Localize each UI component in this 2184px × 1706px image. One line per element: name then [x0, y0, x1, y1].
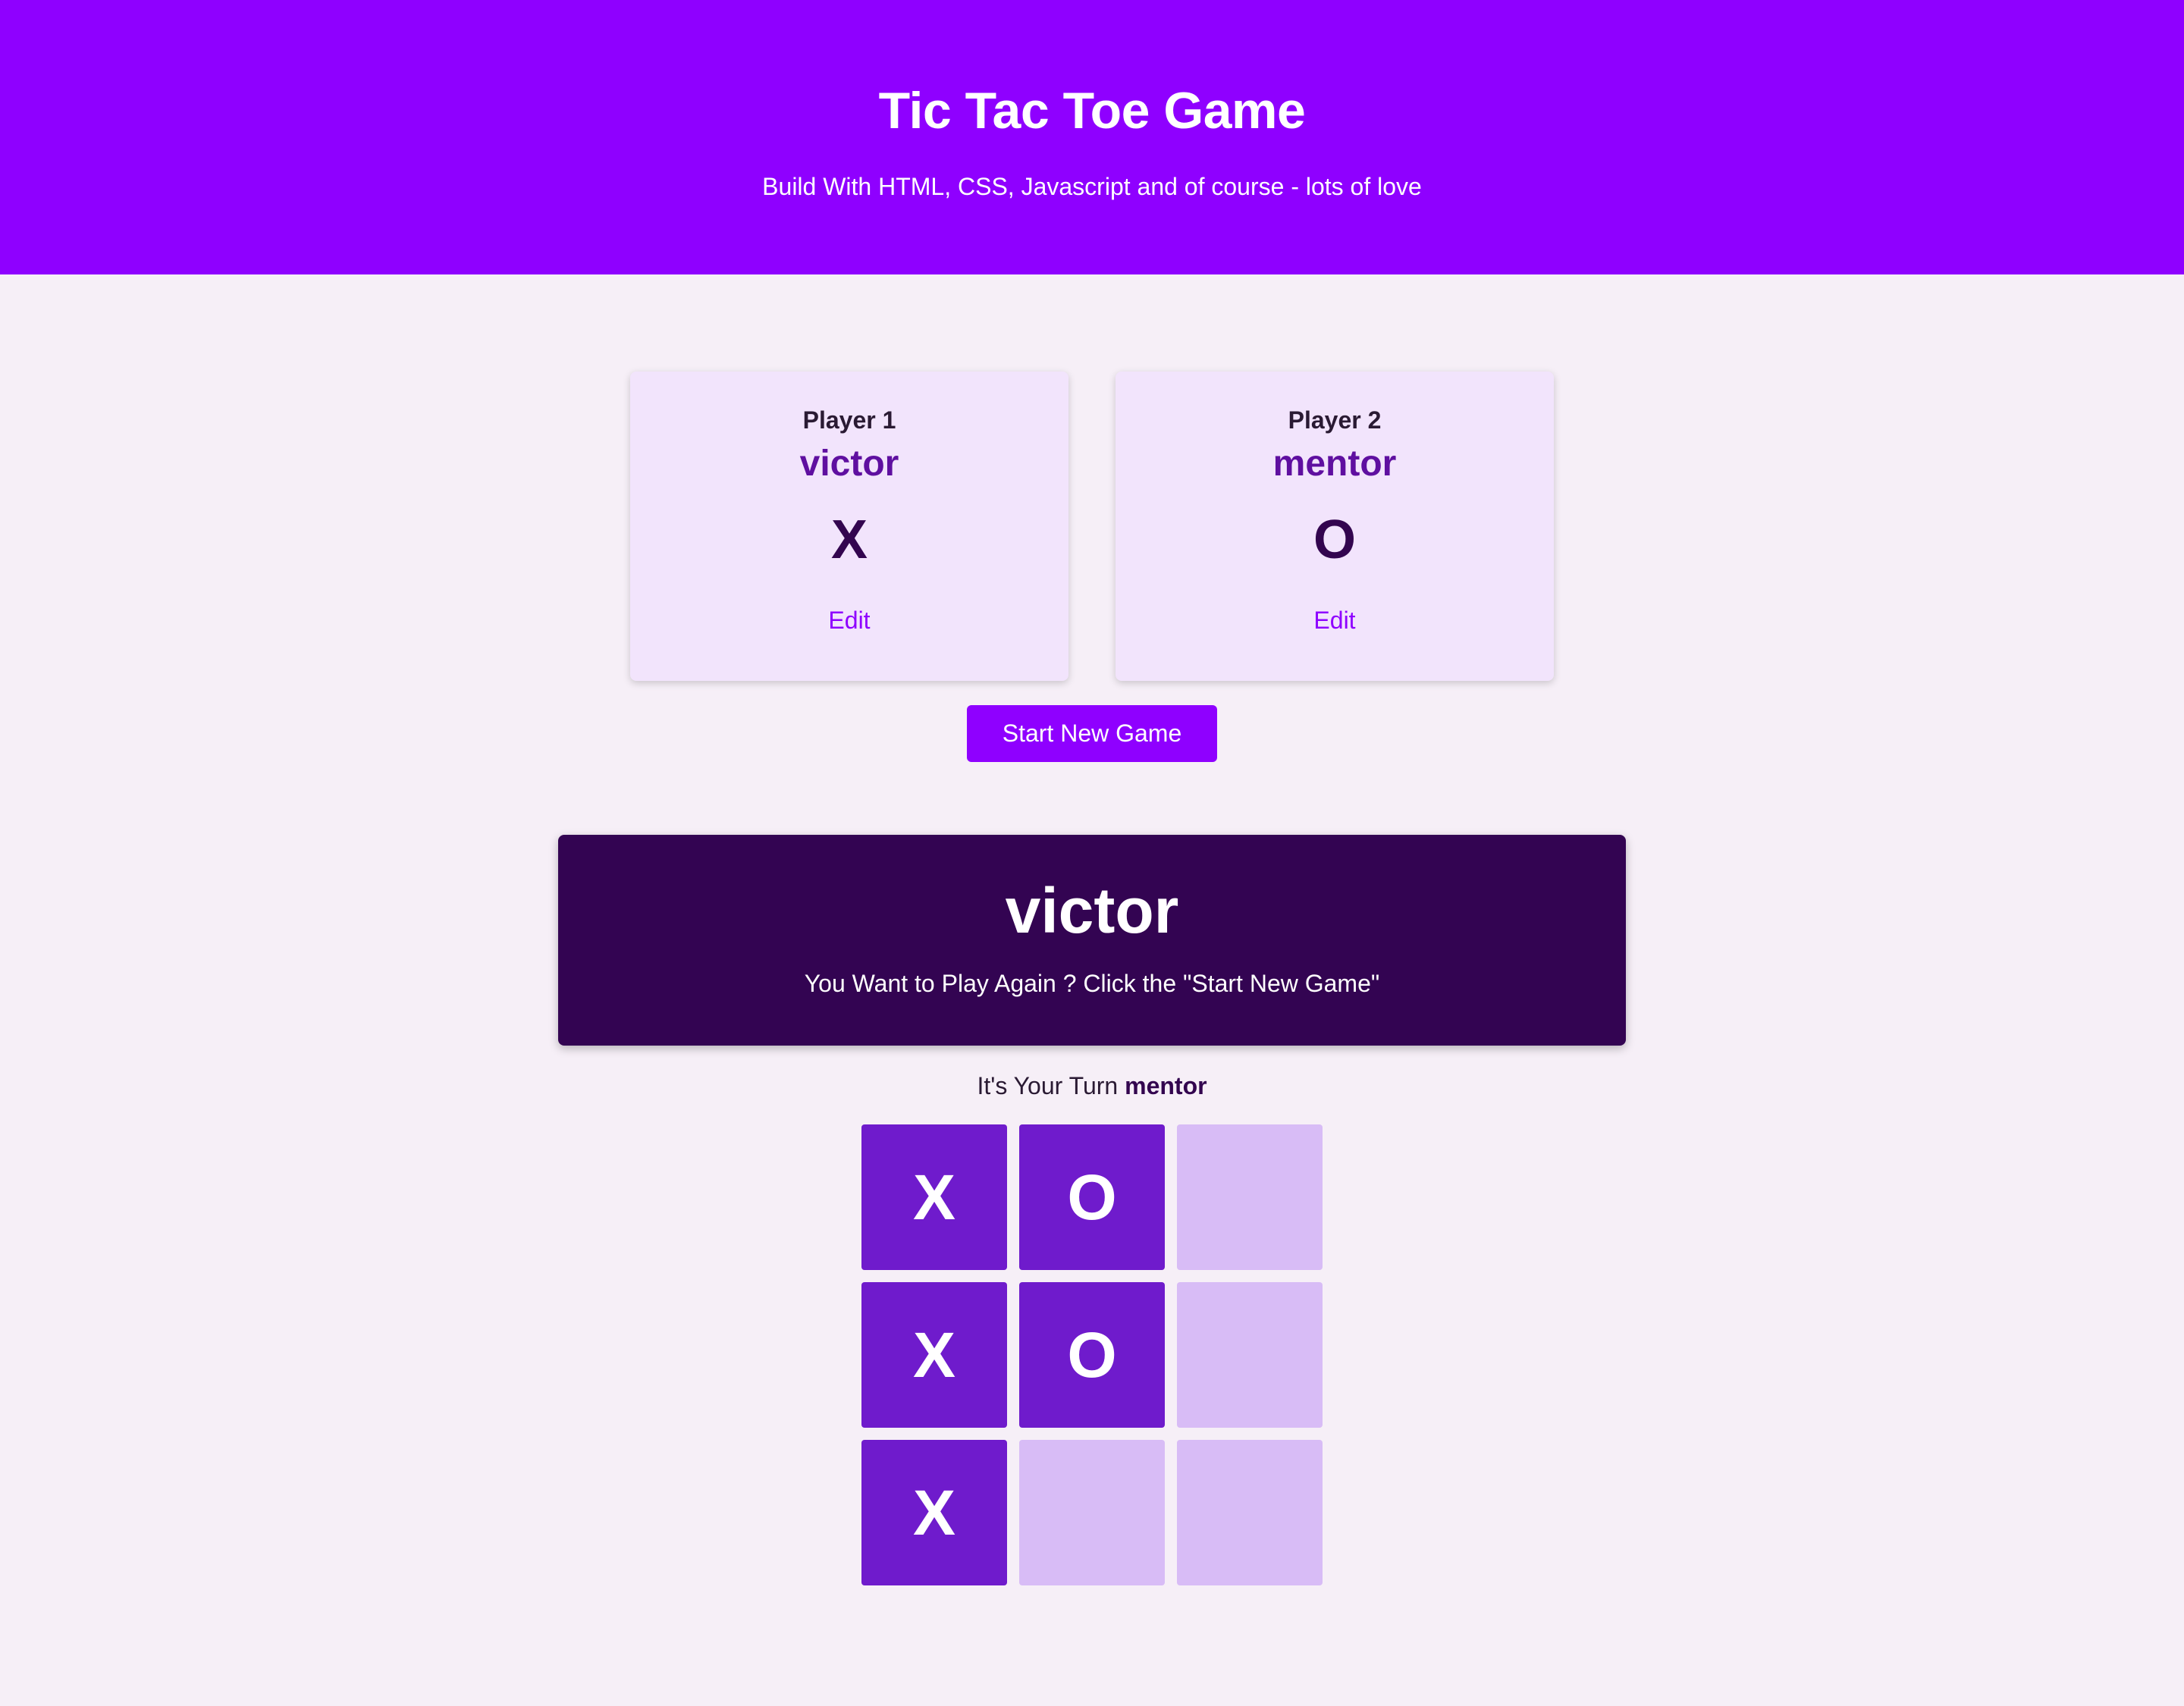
- page-title: Tic Tac Toe Game: [878, 82, 1306, 140]
- page-subtitle: Build With HTML, CSS, Javascript and of …: [762, 173, 1422, 200]
- game-board: X O X O X: [861, 1124, 1323, 1585]
- player-card-1: Player 1 victor X Edit: [630, 372, 1068, 681]
- player-label: Player 2: [1288, 406, 1382, 434]
- player-label: Player 1: [802, 406, 896, 434]
- turn-indicator: It's Your Turn mentor: [0, 1071, 2184, 1101]
- board-cell[interactable]: O: [1019, 1282, 1165, 1428]
- board-cell[interactable]: X: [861, 1440, 1007, 1585]
- player-symbol: X: [830, 510, 868, 570]
- player-symbol: O: [1313, 510, 1356, 570]
- board-cell[interactable]: [1177, 1282, 1323, 1428]
- edit-player-1-button[interactable]: Edit: [828, 605, 870, 635]
- board-cell[interactable]: [1177, 1124, 1323, 1270]
- game-over-banner: victor You Want to Play Again ? Click th…: [558, 835, 1626, 1046]
- board-cell[interactable]: X: [861, 1124, 1007, 1270]
- board-cell[interactable]: O: [1019, 1124, 1165, 1270]
- start-new-game-button[interactable]: Start New Game: [967, 705, 1217, 762]
- active-player-name: mentor: [1125, 1072, 1207, 1099]
- winner-name: victor: [1005, 875, 1179, 946]
- player-name: victor: [799, 444, 899, 484]
- player-card-2: Player 2 mentor O Edit: [1116, 372, 1554, 681]
- play-again-message: You Want to Play Again ? Click the "Star…: [804, 970, 1380, 997]
- page-header: Tic Tac Toe Game Build With HTML, CSS, J…: [0, 0, 2184, 274]
- board-cell[interactable]: [1019, 1440, 1165, 1585]
- board-cell[interactable]: [1177, 1440, 1323, 1585]
- turn-prefix: It's Your Turn: [977, 1072, 1125, 1099]
- player-name: mentor: [1272, 444, 1397, 484]
- edit-player-2-button[interactable]: Edit: [1313, 605, 1355, 635]
- board-cell[interactable]: X: [861, 1282, 1007, 1428]
